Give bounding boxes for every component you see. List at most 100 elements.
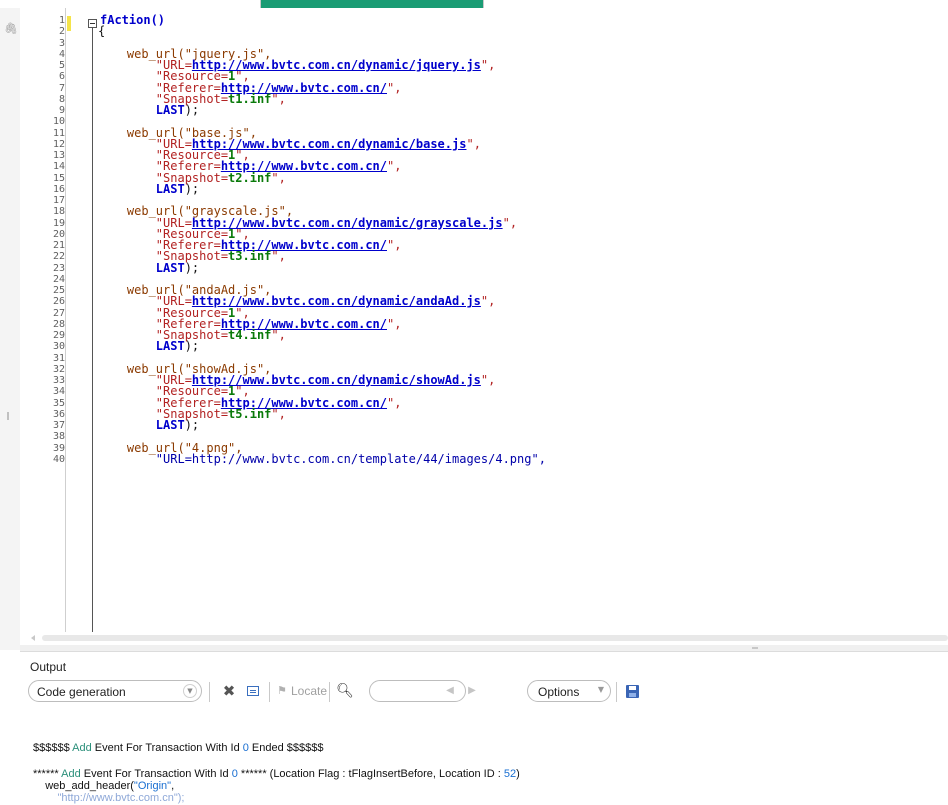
next-icon[interactable]: ▶ xyxy=(463,682,481,700)
code-token: t1.inf xyxy=(228,91,272,106)
code-line[interactable]: LAST); xyxy=(98,103,200,117)
log-line: web_add_header("Origin", xyxy=(33,780,175,792)
scrollbar-thumb[interactable] xyxy=(42,635,948,641)
code-token: ", xyxy=(480,294,496,309)
code-line[interactable]: { xyxy=(98,24,106,39)
code-token: ", xyxy=(271,170,286,185)
line-number: 39 xyxy=(52,442,65,454)
line-number: 26 xyxy=(52,296,65,308)
code-line[interactable]: fAction() xyxy=(100,13,166,27)
line-number: 36 xyxy=(52,408,65,420)
log-line: "http://www.bvtc.com.cn"); xyxy=(33,792,185,804)
output-title: Output xyxy=(30,660,67,674)
code-line[interactable]: LAST); xyxy=(98,418,200,432)
line-number: 3 xyxy=(58,37,65,49)
line-number: 4 xyxy=(58,48,65,60)
line-number: 6 xyxy=(58,71,65,83)
chevron-down-icon: ▼ xyxy=(597,685,604,694)
line-number: 10 xyxy=(52,116,65,128)
line-number: 9 xyxy=(58,105,65,116)
code-token: ); xyxy=(184,103,200,117)
code-token: t5.inf xyxy=(228,406,272,421)
options-dropdown[interactable]: Options ▼ xyxy=(527,680,611,702)
code-line[interactable]: LAST); xyxy=(98,260,200,275)
line-number: 27 xyxy=(52,307,65,319)
line-number: 7 xyxy=(58,82,65,94)
line-number: 12 xyxy=(52,138,65,150)
scroll-left-icon[interactable] xyxy=(31,635,35,641)
code-token: fAction() xyxy=(100,13,166,27)
toolbar-separator xyxy=(616,682,617,702)
line-number: 5 xyxy=(58,60,65,71)
tab-divider xyxy=(483,0,484,8)
line-number: 13 xyxy=(52,150,65,161)
line-number: 23 xyxy=(52,262,65,274)
output-panel: Output Code generation ▼ ✖ ⚑ Locate 🔍︎ ◀… xyxy=(20,651,948,805)
x-icon[interactable]: ✖ xyxy=(220,682,238,700)
line-number: 15 xyxy=(52,172,65,184)
code-token: ", xyxy=(271,249,286,264)
line-number: 20 xyxy=(52,228,65,240)
code-token: ", xyxy=(387,80,402,95)
code-line[interactable]: "URL=http://www.bvtc.com.cn/template/44/… xyxy=(98,451,546,466)
code-token: ", xyxy=(271,91,286,106)
code-token: ); xyxy=(184,339,200,354)
output-source-select[interactable]: Code generation ▼ xyxy=(28,680,202,702)
fold-toggle-icon[interactable] xyxy=(88,19,97,28)
fold-guide xyxy=(92,28,93,632)
toolbar-separator xyxy=(209,682,210,702)
locate-label: Locate xyxy=(291,684,328,698)
prev-icon[interactable]: ◀ xyxy=(441,682,459,700)
active-tab[interactable] xyxy=(261,0,483,8)
output-toolbar: Code generation ▼ ✖ ⚑ Locate 🔍︎ ◀ ▶ Opti… xyxy=(20,680,948,704)
line-number: 29 xyxy=(52,330,65,341)
code-line[interactable]: LAST); xyxy=(98,181,199,196)
code-token: LAST xyxy=(155,339,185,354)
code-token: ", xyxy=(387,395,402,410)
line-number: 28 xyxy=(52,318,65,330)
code-token: LAST xyxy=(155,260,185,275)
line-number: 38 xyxy=(52,431,65,443)
splitter-grip[interactable] xyxy=(752,647,758,649)
line-number: 33 xyxy=(52,375,65,386)
horizontal-scrollbar[interactable] xyxy=(20,632,948,645)
log-line: ****** Add Event For Transaction With Id… xyxy=(33,768,520,780)
code-line[interactable]: LAST); xyxy=(98,339,200,354)
code-token: LAST xyxy=(155,103,185,117)
pin-icon[interactable]: 🖇 xyxy=(4,23,18,35)
flag-icon: ⚑ xyxy=(277,684,287,697)
code-token: LAST xyxy=(155,181,185,196)
log-line: $$$$$$ Add Event For Transaction With Id… xyxy=(33,742,324,754)
line-number: 21 xyxy=(52,240,65,251)
line-number: 17 xyxy=(52,195,65,206)
line-number: 14 xyxy=(52,161,65,173)
save-icon[interactable] xyxy=(623,682,641,700)
line-number: 31 xyxy=(52,352,65,364)
line-number: 32 xyxy=(52,363,65,375)
code-token: ", xyxy=(271,328,286,342)
line-number: 8 xyxy=(58,93,65,105)
line-number: 2 xyxy=(58,26,65,38)
code-token: ", xyxy=(387,238,402,252)
chevron-down-icon[interactable]: ▼ xyxy=(183,684,197,698)
top-tab-strip xyxy=(0,0,948,8)
toolbar-separator xyxy=(329,682,330,702)
line-number: 34 xyxy=(52,386,65,398)
code-token: { xyxy=(98,24,106,39)
line-number: 35 xyxy=(52,397,65,409)
code-token: ", xyxy=(387,159,402,174)
code-token: ); xyxy=(184,260,200,275)
margin-splitter-grip[interactable] xyxy=(7,412,9,420)
code-token: t3.inf xyxy=(228,249,272,264)
code-token: ", xyxy=(387,316,402,331)
code-token: ); xyxy=(184,418,200,432)
search-icon[interactable]: 🔍︎ xyxy=(336,682,354,700)
line-number: 25 xyxy=(52,285,65,296)
clear-window-icon[interactable] xyxy=(244,682,262,700)
code-editor[interactable]: 1 fAction() 2{3 4 web_url("jquery.js", 5 "UR… xyxy=(20,8,948,632)
code-token: "URL=http://www.bvtc.com.cn/template/44/… xyxy=(155,451,546,466)
